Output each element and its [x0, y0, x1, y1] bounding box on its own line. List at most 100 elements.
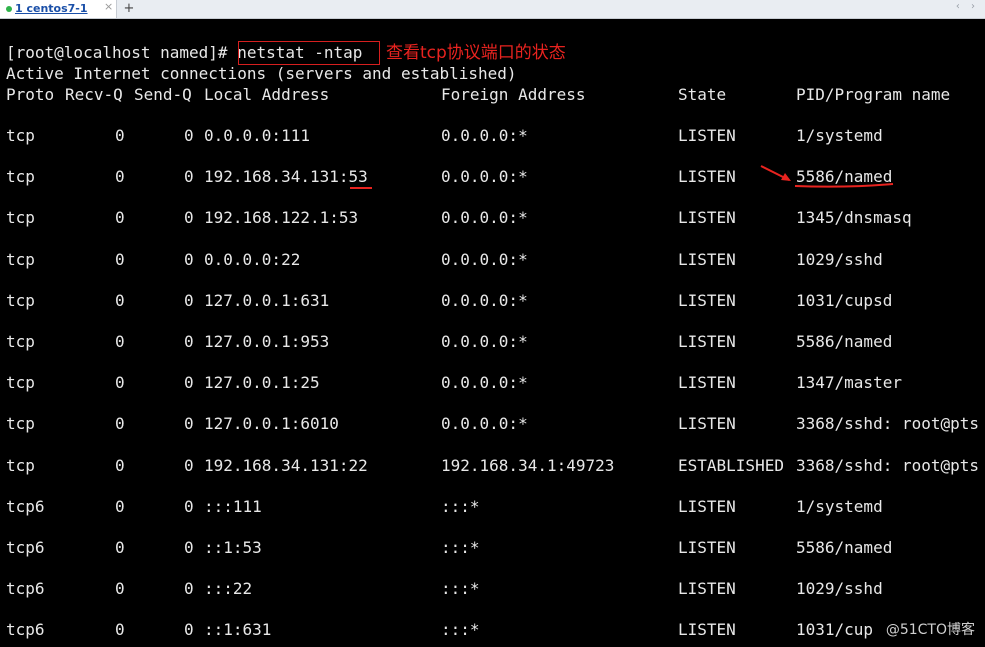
cell-proto: tcp	[6, 373, 35, 392]
cell-local-address: :::111	[204, 497, 262, 516]
tab-centos7-1[interactable]: 1 centos7-1 ×	[0, 0, 117, 18]
tab-bar: 1 centos7-1 × + ‹ ›	[0, 0, 985, 19]
port-53-underline	[350, 187, 372, 189]
header-recvq: Recv-Q	[65, 85, 123, 104]
cell-local-address: ::1:53	[204, 538, 262, 557]
cell-state: LISTEN	[678, 332, 736, 351]
close-tab-icon[interactable]: ×	[104, 0, 113, 13]
table-row: tcp 0 0 192.168.122.1:53 0.0.0.0:* LISTEN 1345…	[0, 208, 985, 228]
cell-recvq: 0	[115, 456, 125, 475]
cell-recvq: 0	[115, 620, 125, 639]
command-highlight-box	[238, 41, 380, 65]
header-pid: PID/Program name	[796, 85, 951, 104]
cell-proto: tcp	[6, 414, 35, 433]
cell-local-address: 127.0.0.1:25	[204, 373, 320, 392]
cell-state: LISTEN	[678, 538, 736, 557]
cell-foreign-address: :::*	[441, 497, 480, 516]
cell-proto: tcp6	[6, 579, 45, 598]
cell-local-address: :::22	[204, 579, 253, 598]
cell-state: LISTEN	[678, 414, 736, 433]
cell-pid-program: 5586/named	[796, 538, 893, 557]
cell-state: LISTEN	[678, 291, 736, 310]
cell-pid-program: 1/systemd	[796, 126, 883, 145]
cell-recvq: 0	[115, 579, 125, 598]
cell-pid-program: 1/systemd	[796, 497, 883, 516]
cell-pid-program: 3368/sshd: root@pts	[796, 414, 980, 433]
table-row: tcp6 0 0::1:631:::* LISTEN 1031/cup	[0, 620, 985, 640]
cell-pid-program: 1347/master	[796, 373, 902, 392]
cell-proto: tcp6	[6, 620, 45, 639]
header-proto: Proto	[6, 85, 55, 104]
terminal-output[interactable]: [root@localhost named]# netstat -ntap Ac…	[0, 19, 985, 647]
cell-recvq: 0	[115, 126, 125, 145]
cell-recvq: 0	[115, 208, 125, 227]
cell-foreign-address: 0.0.0.0:*	[441, 208, 528, 227]
cell-recvq: 0	[115, 373, 125, 392]
cell-local-address: 0.0.0.0:111	[204, 126, 310, 145]
tab-scroll-arrows-icon[interactable]: ‹ ›	[956, 1, 979, 12]
cell-state: LISTEN	[678, 250, 736, 269]
table-row: tcp 0 0 127.0.0.1:631 0.0.0.0:* LISTEN 1031/cu…	[0, 291, 985, 311]
cell-local-address: 127.0.0.1:631	[204, 291, 330, 310]
cell-sendq: 0	[184, 456, 194, 475]
header-foreign: Foreign Address	[441, 85, 586, 104]
header-state: State	[678, 85, 727, 104]
cell-proto: tcp	[6, 250, 35, 269]
cell-sendq: 0	[184, 332, 194, 351]
cell-proto: tcp	[6, 167, 35, 186]
new-tab-button[interactable]: +	[121, 0, 137, 17]
table-row: tcp 0 0 192.168.34.131:22 192.168.34.1:49723…	[0, 456, 985, 476]
header-sendq: Send-Q	[134, 85, 192, 104]
cell-local-address: 0.0.0.0:22	[204, 250, 301, 269]
cell-state: LISTEN	[678, 497, 736, 516]
cell-pid-program: 1029/sshd	[796, 579, 883, 598]
cell-proto: tcp	[6, 208, 35, 227]
annotation-arrow-icon	[760, 165, 894, 188]
cell-proto: tcp6	[6, 538, 45, 557]
watermark: @51CTO博客	[885, 622, 975, 638]
cell-foreign-address: 0.0.0.0:*	[441, 373, 528, 392]
cell-foreign-address: 0.0.0.0:*	[441, 126, 528, 145]
cell-local-address: 192.168.34.131:53	[204, 167, 368, 186]
table-row: tcp 0 0 0.0.0.0:22 0.0.0.0:* LISTEN 1029/sshd	[0, 250, 985, 270]
cell-foreign-address: 0.0.0.0:*	[441, 332, 528, 351]
cell-foreign-address: 0.0.0.0:*	[441, 414, 528, 433]
cell-proto: tcp	[6, 126, 35, 145]
cell-pid-program: 1345/dnsmasq	[796, 208, 912, 227]
cell-local-address: 127.0.0.1:6010	[204, 414, 339, 433]
table-row: tcp6 0 0::1:53:::* LISTEN 5586/named	[0, 538, 985, 558]
cell-pid-program: 1031/cupsd	[796, 291, 893, 310]
cell-state: LISTEN	[678, 167, 736, 186]
cell-sendq: 0	[184, 538, 194, 557]
shell-prompt: [root@localhost named]#	[6, 43, 238, 62]
cell-recvq: 0	[115, 538, 125, 557]
cell-sendq: 0	[184, 620, 194, 639]
cell-state: ESTABLISHED	[678, 456, 784, 475]
cell-state: LISTEN	[678, 620, 736, 639]
cell-state: LISTEN	[678, 579, 736, 598]
cell-sendq: 0	[184, 373, 194, 392]
cell-local-address: 127.0.0.1:953	[204, 332, 330, 351]
cell-state: LISTEN	[678, 208, 736, 227]
cell-foreign-address: 0.0.0.0:*	[441, 250, 528, 269]
info-line: Active Internet connections (servers and…	[6, 64, 517, 83]
table-row: tcp 0 0 0.0.0.0:111 0.0.0.0:* LISTEN 1/systemd	[0, 126, 985, 146]
tab-label: 1 centos7-1	[15, 2, 88, 15]
cell-proto: tcp	[6, 291, 35, 310]
cell-foreign-address: :::*	[441, 579, 480, 598]
cell-sendq: 0	[184, 414, 194, 433]
cell-proto: tcp	[6, 456, 35, 475]
table-header: Proto Recv-Q Send-Q Local Address Foreig…	[0, 85, 985, 105]
table-row: tcp6 0 0:::111:::* LISTEN 1/systemd	[0, 497, 985, 517]
header-local: Local Address	[204, 85, 330, 104]
cell-sendq: 0	[184, 497, 194, 516]
table-row: tcp6 0 0:::22:::* LISTEN 1029/sshd	[0, 579, 985, 599]
cell-sendq: 0	[184, 579, 194, 598]
cell-pid-program: 5586/named	[796, 332, 893, 351]
cell-sendq: 0	[184, 250, 194, 269]
cell-state: LISTEN	[678, 126, 736, 145]
cell-proto: tcp6	[6, 497, 45, 516]
cell-pid-program: 1031/cup	[796, 620, 874, 639]
cell-sendq: 0	[184, 126, 194, 145]
cell-pid-program: 3368/sshd: root@pts	[796, 456, 980, 475]
